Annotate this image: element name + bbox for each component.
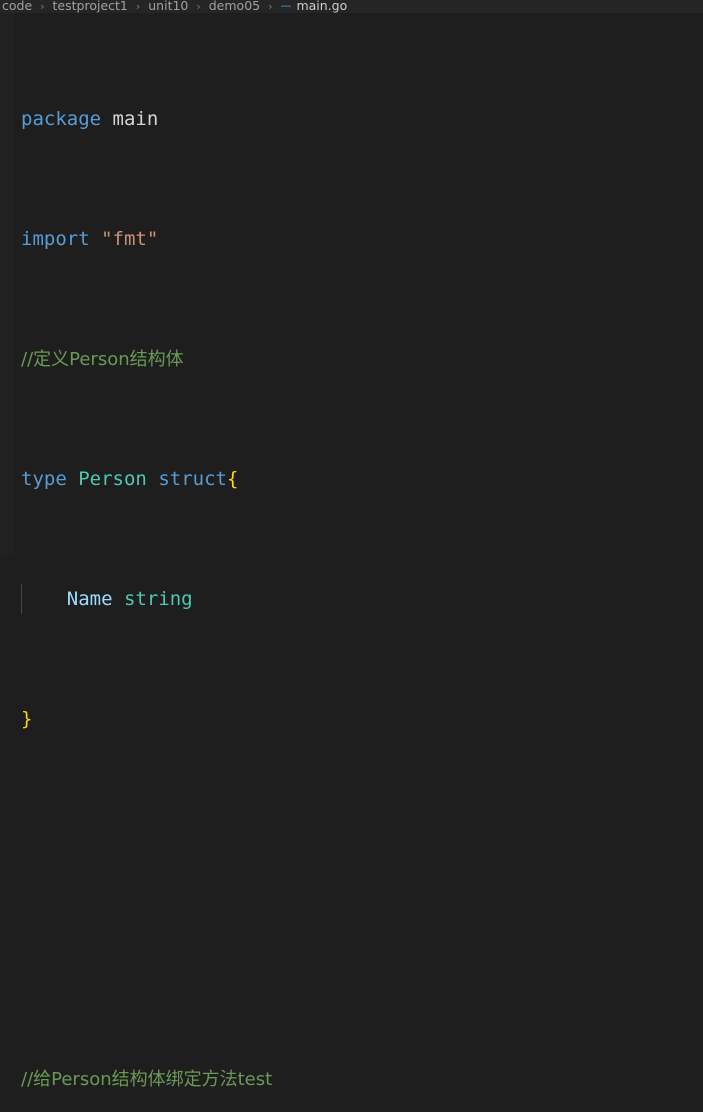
breadcrumb[interactable]: code › testproject1 › unit10 › demo05 › …	[0, 0, 703, 13]
token-comment-bind-method-test: //给Person结构体绑定方法test	[21, 1069, 273, 1090]
code-line-1[interactable]: package main	[0, 104, 703, 134]
go-file-icon: —	[280, 0, 291, 12]
code-line-9[interactable]: //给Person结构体绑定方法test	[0, 1064, 703, 1094]
breadcrumb-separator-icon: ›	[135, 0, 141, 13]
token-string-fmt: "fmt"	[101, 228, 159, 250]
token-comment-define-person-struct: //定义Person结构体	[21, 349, 184, 370]
code-editor[interactable]: package main import "fmt" //定义Person结构体 …	[0, 13, 703, 1090]
code-line-5[interactable]: Name string	[0, 584, 703, 614]
breadcrumb-separator-icon: ›	[196, 0, 201, 13]
breadcrumb-separator-icon: ›	[40, 0, 45, 13]
code-line-3[interactable]: //定义Person结构体	[0, 344, 703, 374]
breadcrumb-item-code[interactable]: code	[2, 0, 32, 13]
token-keyword-import: import	[21, 228, 90, 250]
code-content[interactable]: package main import "fmt" //定义Person结构体 …	[0, 13, 703, 1090]
token-brace-close: }	[21, 708, 33, 730]
breadcrumb-item-unit10[interactable]: unit10	[148, 0, 188, 13]
code-line-4[interactable]: type Person struct{	[0, 464, 703, 494]
breadcrumb-item-testproject1[interactable]: testproject1	[53, 0, 128, 13]
code-line-7-blank[interactable]	[0, 824, 703, 854]
token-keyword-type: type	[21, 468, 67, 490]
token-field-name: Name	[66, 588, 113, 610]
token-keyword-package: package	[21, 108, 102, 130]
token-identifier-main: main	[112, 108, 159, 130]
code-line-2[interactable]: import "fmt"	[0, 224, 703, 254]
code-line-8-blank[interactable]	[0, 944, 703, 974]
breadcrumb-separator-icon: ›	[268, 0, 273, 13]
breadcrumb-item-demo05[interactable]: demo05	[209, 0, 260, 13]
breadcrumb-item-main-go[interactable]: main.go	[296, 0, 347, 13]
token-keyword-struct: struct	[158, 468, 227, 490]
token-brace-open: {	[226, 468, 239, 490]
token-type-person: Person	[78, 468, 147, 490]
code-line-6[interactable]: }	[0, 704, 703, 734]
token-type-string: string	[123, 588, 193, 610]
